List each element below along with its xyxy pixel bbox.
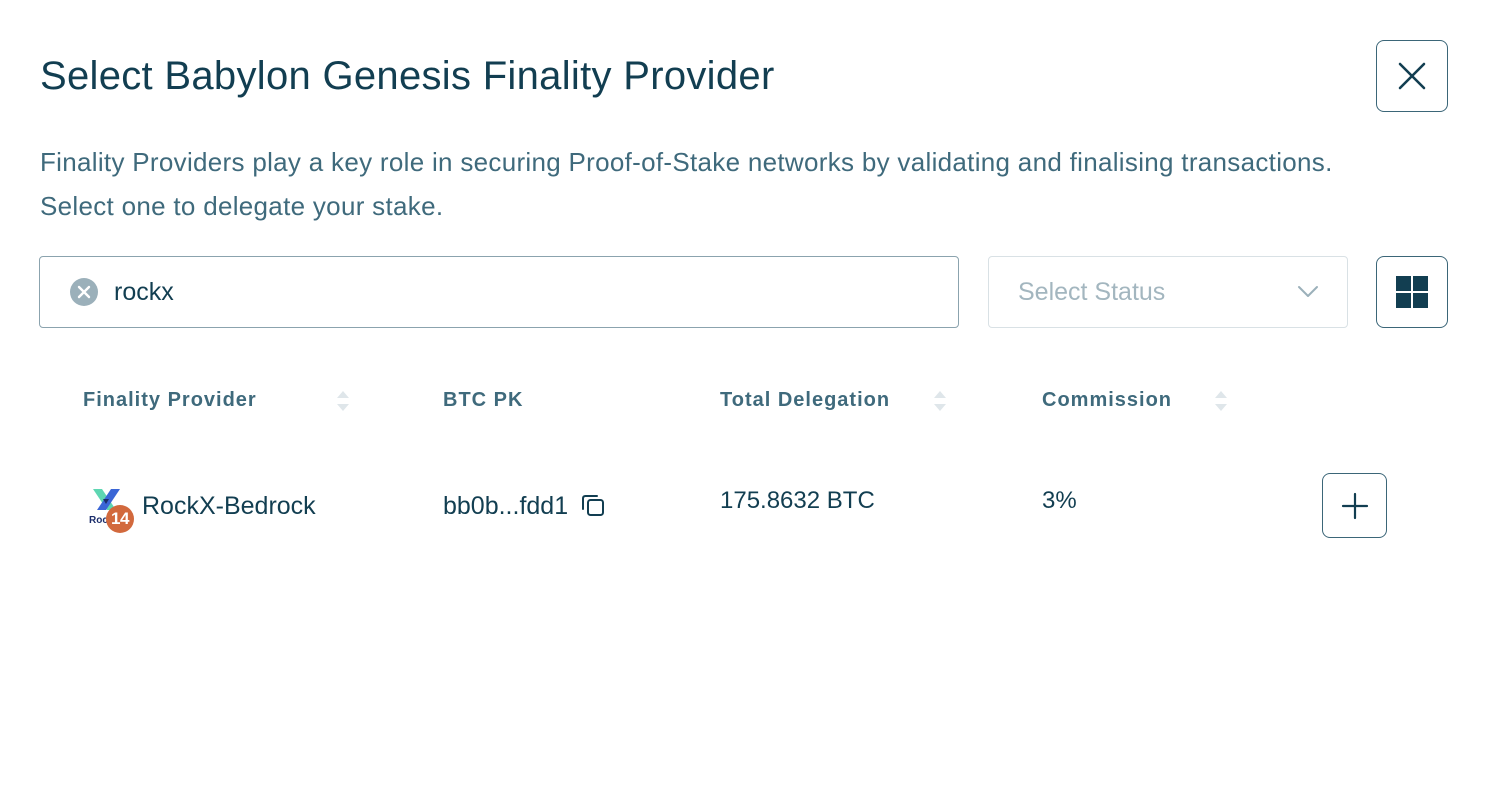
clear-icon xyxy=(77,285,91,299)
rank-badge: 14 xyxy=(106,505,134,533)
column-header-btc-pk: BTC PK xyxy=(443,389,524,411)
search-input[interactable] xyxy=(114,277,874,307)
btc-pk-value: bb0b...fdd1 xyxy=(443,492,569,520)
sort-icon[interactable] xyxy=(932,388,948,414)
search-box xyxy=(39,256,959,328)
sort-icon[interactable] xyxy=(335,388,351,414)
plus-icon xyxy=(1341,492,1368,519)
status-select-placeholder: Select Status xyxy=(1018,277,1166,306)
grid-icon xyxy=(1396,276,1428,308)
column-header-total-delegation[interactable]: Total Delegation xyxy=(720,388,890,412)
commission-value: 3% xyxy=(1042,487,1077,514)
provider-name: RockX-Bedrock xyxy=(142,492,316,520)
modal-description: Finality Providers play a key role in se… xyxy=(40,147,1333,221)
total-delegation-value: 175.8632 BTC xyxy=(720,487,875,514)
layout-toggle-button[interactable] xyxy=(1376,256,1448,328)
modal-title: Select Babylon Genesis Finality Provider xyxy=(40,54,775,98)
sort-icon[interactable] xyxy=(1213,388,1229,414)
close-button[interactable] xyxy=(1376,40,1448,112)
status-select[interactable]: Select Status xyxy=(988,256,1348,328)
add-provider-button[interactable] xyxy=(1322,473,1387,538)
close-icon xyxy=(1398,62,1426,90)
chevron-down-icon xyxy=(1298,286,1318,297)
column-header-finality-provider[interactable]: Finality Provider xyxy=(83,388,257,412)
column-header-commission[interactable]: Commission xyxy=(1042,388,1172,412)
clear-search-button[interactable] xyxy=(70,278,98,306)
copy-icon[interactable] xyxy=(580,492,606,518)
finality-provider-modal: Select Babylon Genesis Finality Provider… xyxy=(0,0,1488,800)
